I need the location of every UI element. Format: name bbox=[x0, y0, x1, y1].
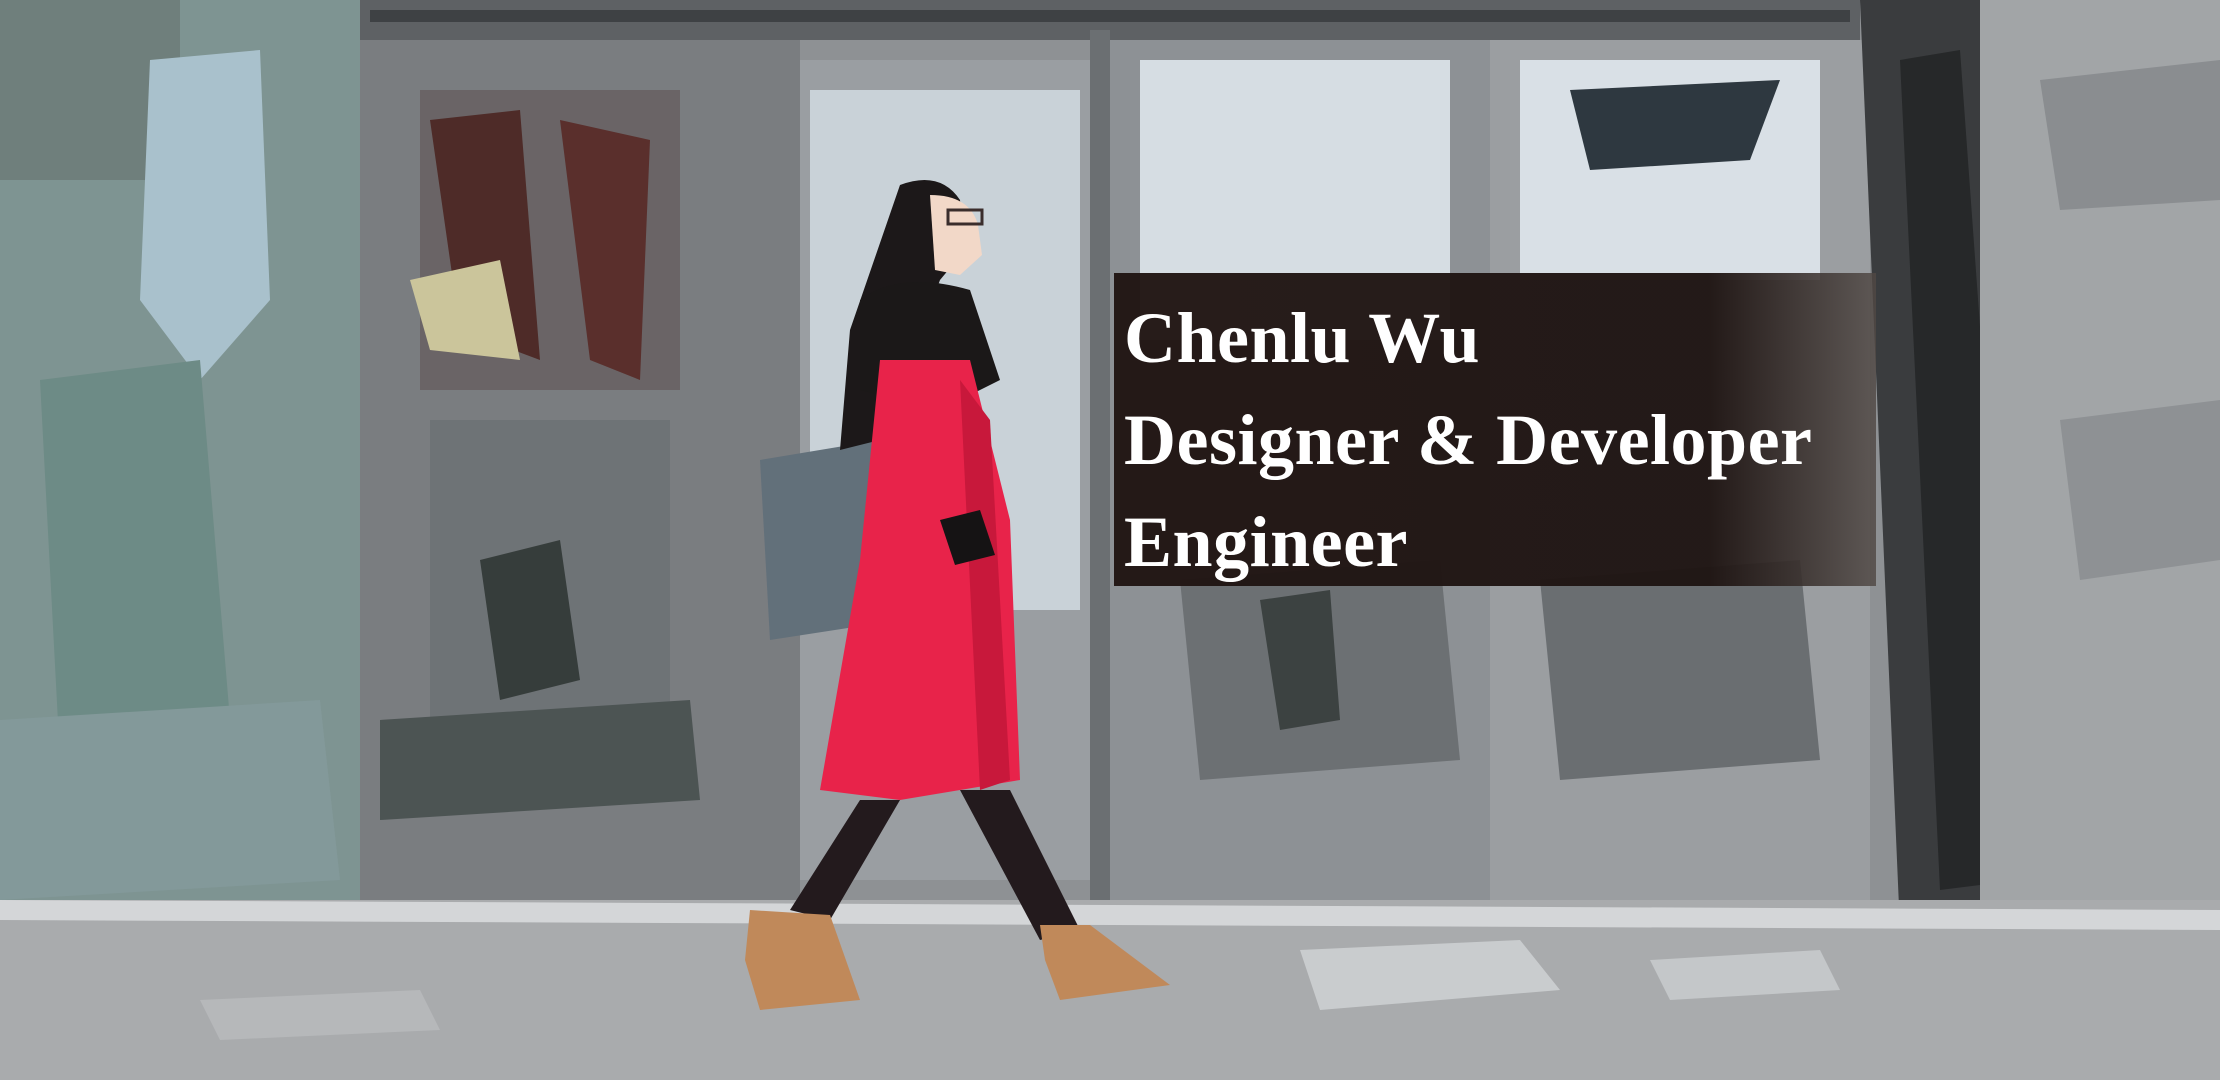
hero-background-illustration bbox=[0, 0, 2220, 1080]
hero-banner: Chenlu Wu Designer & Developer Engineer bbox=[0, 0, 2220, 1080]
hero-role-line-2: Engineer bbox=[1124, 502, 1408, 582]
hero-role-line-1: Designer & Developer bbox=[1124, 400, 1813, 480]
hero-name: Chenlu Wu bbox=[1124, 298, 1481, 378]
hero-caption-box: Chenlu Wu Designer & Developer Engineer bbox=[1114, 273, 1876, 586]
